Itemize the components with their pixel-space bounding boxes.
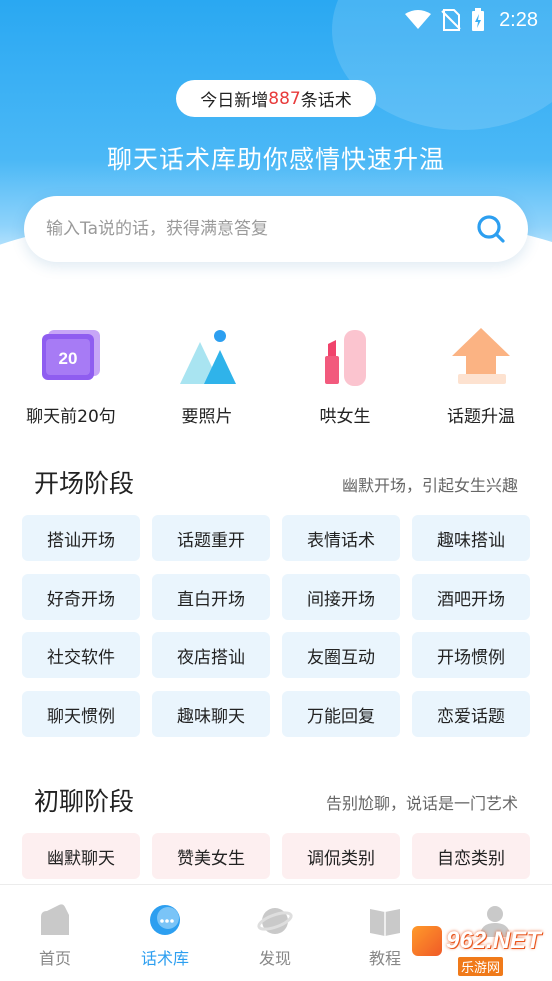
page-headline: 聊天话术库助你感情快速升温 bbox=[106, 145, 445, 174]
topic-chip[interactable]: 聊天惯例 bbox=[22, 691, 140, 737]
topic-chip[interactable]: 表情话术 bbox=[282, 515, 400, 561]
no-sim-icon bbox=[441, 9, 461, 31]
tab-discover[interactable]: 发现 bbox=[220, 903, 330, 969]
topic-chip[interactable]: 恋爱话题 bbox=[412, 691, 530, 737]
site-watermark: 962.NET 乐游网 bbox=[412, 926, 546, 976]
badge-prefix: 今日新增 bbox=[200, 91, 269, 111]
daily-new-badge: 今日新增 887 条话术 bbox=[176, 80, 376, 117]
watermark-logo: 962.NET bbox=[412, 926, 546, 956]
topic-chip[interactable]: 赞美女生 bbox=[152, 833, 270, 879]
status-time: 2:28 bbox=[499, 8, 538, 31]
search-input[interactable] bbox=[46, 214, 466, 244]
topic-chip[interactable]: 友圈互动 bbox=[282, 632, 400, 678]
quick-link-coax-girl[interactable]: 哄女生 bbox=[276, 322, 414, 427]
quick-links: 20 聊天前20句 要照片 哄女生 话题升温 bbox=[0, 322, 552, 432]
quick-link-label: 聊天前20句 bbox=[26, 407, 116, 427]
calendar-badge-number: 20 bbox=[59, 349, 78, 368]
wifi-icon bbox=[405, 10, 432, 29]
home-icon bbox=[37, 903, 73, 939]
badge-count: 887 bbox=[268, 88, 301, 109]
quick-link-label: 要照片 bbox=[181, 407, 233, 427]
tab-label: 发现 bbox=[258, 949, 291, 968]
chat-bubble-icon bbox=[147, 903, 183, 939]
mountain-photo-icon bbox=[174, 322, 240, 388]
watermark-sub: 乐游网 bbox=[458, 957, 504, 976]
search-icon[interactable] bbox=[476, 214, 506, 244]
quick-link-ask-photo[interactable]: 要照片 bbox=[138, 322, 276, 427]
topic-chip[interactable]: 直白开场 bbox=[152, 574, 270, 620]
topic-chip[interactable]: 趣味搭讪 bbox=[412, 515, 530, 561]
topic-chip[interactable]: 搭讪开场 bbox=[22, 515, 140, 561]
lipstick-icon bbox=[312, 322, 378, 388]
quick-link-label: 哄女生 bbox=[319, 407, 371, 427]
chip-grid-early-chat: 幽默聊天 赞美女生 调侃类别 自恋类别 bbox=[22, 833, 532, 879]
arrow-up-icon bbox=[448, 322, 514, 388]
section-subtitle: 幽默开场，引起女生兴趣 bbox=[341, 476, 518, 495]
chip-grid-opening: 搭讪开场 话题重开 表情话术 趣味搭讪 好奇开场 直白开场 间接开场 酒吧开场 … bbox=[22, 515, 532, 737]
topic-chip[interactable]: 话题重开 bbox=[152, 515, 270, 561]
tab-label: 话术库 bbox=[140, 949, 189, 968]
quick-link-topic-warmup[interactable]: 话题升温 bbox=[412, 322, 550, 427]
tab-home[interactable]: 首页 bbox=[0, 903, 110, 969]
topic-chip[interactable]: 社交软件 bbox=[22, 632, 140, 678]
topic-chip[interactable]: 间接开场 bbox=[282, 574, 400, 620]
topic-chip[interactable]: 自恋类别 bbox=[412, 833, 530, 879]
calendar-20-icon: 20 bbox=[38, 322, 104, 388]
watermark-logo-icon bbox=[412, 926, 442, 956]
watermark-brand: 962.NET bbox=[446, 927, 541, 954]
planet-icon bbox=[257, 903, 293, 939]
section-header-early-chat: 初聊阶段 告别尬聊，说话是一门艺术 bbox=[0, 782, 552, 822]
topic-chip[interactable]: 幽默聊天 bbox=[22, 833, 140, 879]
section-header-opening: 开场阶段 幽默开场，引起女生兴趣 bbox=[0, 464, 552, 504]
topic-chip[interactable]: 夜店搭讪 bbox=[152, 632, 270, 678]
badge-suffix: 条话术 bbox=[300, 91, 352, 111]
topic-chip[interactable]: 开场惯例 bbox=[412, 632, 530, 678]
tab-script-library[interactable]: 话术库 bbox=[110, 903, 220, 969]
section-subtitle: 告别尬聊，说话是一门艺术 bbox=[325, 794, 518, 813]
topic-chip[interactable]: 调侃类别 bbox=[282, 833, 400, 879]
status-bar: 2:28 bbox=[0, 0, 552, 40]
quick-link-label: 话题升温 bbox=[447, 407, 515, 427]
topic-chip[interactable]: 好奇开场 bbox=[22, 574, 140, 620]
topic-chip[interactable]: 酒吧开场 bbox=[412, 574, 530, 620]
tab-label: 首页 bbox=[38, 949, 71, 968]
section-title: 初聊阶段 bbox=[34, 787, 135, 816]
search-bar[interactable] bbox=[24, 196, 528, 262]
section-title: 开场阶段 bbox=[34, 469, 135, 498]
quick-link-opening-20[interactable]: 20 聊天前20句 bbox=[2, 322, 140, 427]
topic-chip[interactable]: 万能回复 bbox=[282, 691, 400, 737]
topic-chip[interactable]: 趣味聊天 bbox=[152, 691, 270, 737]
book-icon bbox=[367, 903, 403, 939]
battery-charging-icon bbox=[472, 8, 485, 31]
